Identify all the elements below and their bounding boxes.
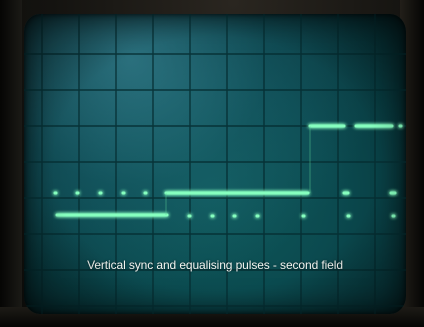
caption: Vertical sync and equalising pulses - se… — [87, 258, 343, 272]
bezel-left — [0, 0, 22, 327]
trace — [53, 124, 403, 218]
oscilloscope-photo: Vertical sync and equalising pulses - se… — [0, 0, 424, 327]
trace-faint-edges — [165, 126, 311, 215]
oscilloscope-screen: Vertical sync and equalising pulses - se… — [24, 14, 406, 314]
